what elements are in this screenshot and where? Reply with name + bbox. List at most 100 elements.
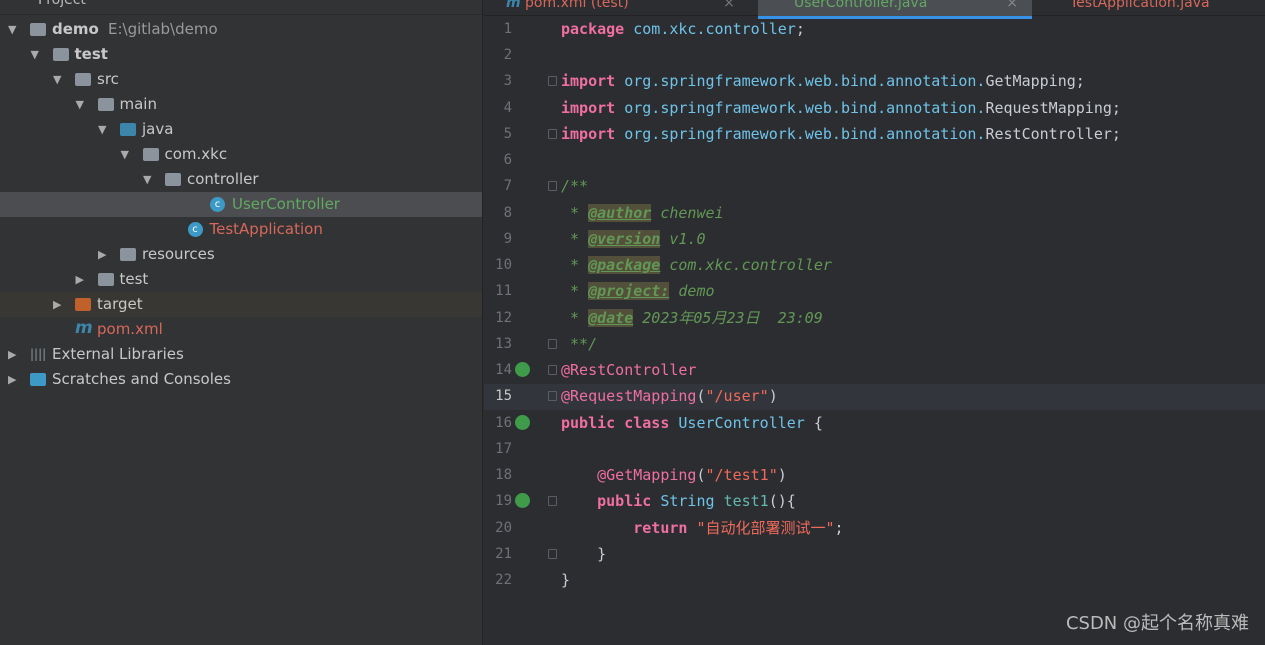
chevron-down-icon[interactable]: ▼ (53, 67, 61, 92)
fold-icon[interactable] (548, 548, 557, 559)
project-panel-header: Project (0, 0, 482, 15)
tree-item-pom-xml[interactable]: m pom.xml (0, 317, 482, 342)
tree-item-label: External Libraries (52, 345, 184, 363)
tree-item-label: UserController (232, 195, 340, 213)
code-line[interactable]: import org.springframework.web.bind.anno… (561, 121, 1121, 147)
close-icon[interactable]: × (723, 0, 735, 11)
tree-item-label: target (97, 295, 143, 313)
code-line[interactable]: } (561, 541, 606, 567)
tree-item-testapplication[interactable]: c TestApplication (0, 217, 482, 242)
fold-icon[interactable] (548, 76, 557, 87)
code-line[interactable]: package com.xkc.controller; (561, 16, 805, 42)
fold-icon[interactable] (548, 128, 557, 139)
chevron-right-icon[interactable]: ▶ (8, 367, 16, 392)
tree-item-external-libraries[interactable]: ▶ |||| External Libraries (0, 342, 482, 367)
code-line[interactable]: @RestController (561, 357, 696, 383)
line-number: 21 (495, 545, 512, 562)
code-line[interactable]: @RequestMapping("/user") (561, 383, 778, 409)
folder-icon (75, 298, 91, 311)
scratches-icon (30, 373, 46, 386)
fold-icon[interactable] (548, 181, 557, 192)
folder-icon (75, 73, 91, 86)
tree-item-com-xkc[interactable]: ▼ com.xkc (0, 142, 482, 167)
line-number: 15 (495, 388, 512, 405)
chevron-down-icon[interactable]: ▼ (8, 17, 16, 42)
chevron-right-icon[interactable]: ▶ (8, 342, 16, 367)
line-number: 20 (495, 519, 512, 536)
code-line[interactable]: * @project: demo (561, 278, 715, 304)
spring-bean-icon[interactable] (515, 414, 530, 430)
close-icon[interactable]: × (1006, 0, 1018, 16)
tree-item-main[interactable]: ▼ main (0, 92, 482, 117)
code-line[interactable]: import org.springframework.web.bind.anno… (561, 68, 1085, 94)
tree-item-controller[interactable]: ▼ controller (0, 167, 482, 192)
line-number: 7 (503, 178, 512, 195)
project-panel: Project ▼ demo E:\gitlab\demo ▼ test ▼ src ▼ mai… (0, 0, 483, 645)
chevron-down-icon[interactable]: ▼ (143, 167, 151, 192)
line-number: 8 (503, 204, 512, 221)
tree-item-target[interactable]: ▶ target (0, 292, 482, 317)
chevron-right-icon[interactable]: ▶ (98, 242, 106, 267)
tab-label: UserController.java (794, 0, 928, 11)
watermark: CSDN @起个名称真难 (1065, 613, 1249, 634)
tree-item-resources[interactable]: ▶ resources (0, 242, 482, 267)
tab-pom-xml[interactable]: m pom.xml (test) × (506, 0, 735, 16)
chevron-down-icon[interactable]: ▼ (121, 142, 129, 167)
code-line[interactable]: public String test1(){ (561, 488, 796, 514)
maven-icon: m (506, 0, 521, 11)
code-line[interactable]: @GetMapping("/test1") (561, 462, 787, 488)
code-line[interactable]: /** (561, 173, 588, 199)
tree-item-java[interactable]: ▼ java (0, 117, 482, 142)
tree-item-label: controller (187, 170, 259, 188)
folder-icon (120, 123, 136, 136)
code-line[interactable]: **/ (561, 331, 597, 357)
folder-icon (30, 23, 46, 36)
tab-testapplication[interactable]: TestApplication.java (1070, 0, 1210, 16)
code-line[interactable]: import org.springframework.web.bind.anno… (561, 95, 1121, 121)
code-line[interactable]: * @date 2023年05月23日 23:09 (561, 305, 823, 331)
tab-label: TestApplication.java (1070, 0, 1210, 11)
editor-tabs: m pom.xml (test) × UserController.java × … (484, 0, 1265, 19)
tree-item-label: resources (142, 245, 215, 263)
folder-icon (142, 148, 159, 161)
fold-icon[interactable] (548, 496, 557, 507)
tree-item-demo[interactable]: ▼ demo E:\gitlab\demo (0, 17, 482, 42)
tree-item-usercontroller[interactable]: c UserController (0, 192, 482, 217)
tab-label: pom.xml (test) (525, 0, 629, 11)
tree-item-label: Scratches and Consoles (52, 370, 231, 388)
tree-item-label: java (142, 120, 174, 138)
tree-item-label: pom.xml (97, 320, 163, 338)
line-number: 18 (495, 467, 512, 484)
fold-icon[interactable] (548, 391, 557, 402)
tree-item-label: com.xkc (164, 145, 228, 163)
line-number: 3 (503, 73, 512, 90)
chevron-down-icon[interactable]: ▼ (98, 117, 106, 142)
class-icon: c (187, 222, 203, 237)
tree-item-scratches-and-consoles[interactable]: ▶ Scratches and Consoles (0, 367, 482, 392)
fold-icon[interactable] (548, 338, 557, 349)
tree-item-label: TestApplication (209, 220, 323, 238)
class-icon: c (210, 197, 225, 212)
code-line[interactable]: return "自动化部署测试一"; (561, 515, 843, 541)
code-line[interactable]: public class UserController { (561, 410, 823, 436)
code-line[interactable]: } (561, 567, 570, 593)
code-line[interactable]: * @author chenwei (561, 200, 724, 226)
fold-icon[interactable] (548, 365, 557, 376)
tree-item-label: main (119, 95, 157, 113)
line-number: 9 (503, 230, 512, 247)
code-line[interactable]: * @version v1.0 (561, 226, 706, 252)
chevron-down-icon[interactable]: ▼ (31, 42, 39, 67)
chevron-down-icon[interactable]: ▼ (76, 92, 84, 117)
chevron-right-icon[interactable]: ▶ (76, 267, 84, 292)
line-number: 22 (495, 572, 512, 589)
project-panel-title[interactable]: Project (38, 0, 86, 8)
tree-item-label: demo (52, 20, 99, 38)
tree-item-test[interactable]: ▼ test (0, 42, 482, 67)
folder-icon (165, 173, 181, 186)
tree-item-src[interactable]: ▼ src (0, 67, 482, 92)
line-number: 1 (503, 21, 512, 37)
chevron-right-icon[interactable]: ▶ (53, 292, 61, 317)
code-line[interactable]: * @package com.xkc.controller (561, 252, 832, 278)
tree-item-test[interactable]: ▶ test (0, 267, 482, 292)
line-number: 2 (503, 47, 512, 64)
